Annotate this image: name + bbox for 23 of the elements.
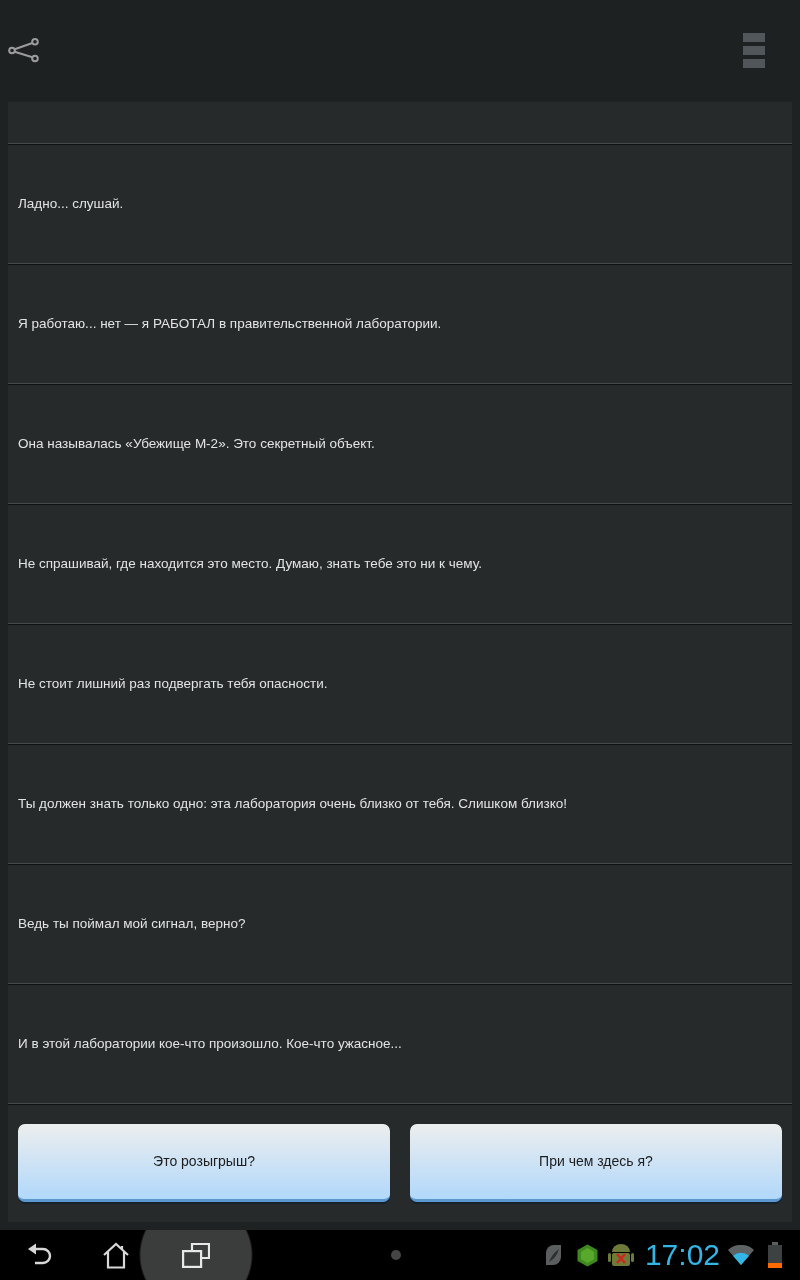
recent-apps-icon	[182, 1242, 210, 1268]
recent-apps-button[interactable]	[139, 1230, 253, 1280]
battery-icon	[768, 1242, 782, 1268]
message-text: Не стоит лишний раз подвергать тебя опасности.	[18, 674, 328, 693]
hexagon-icon	[576, 1243, 598, 1267]
message-text: Она называлась «Убежище М-2». Это секретный объект.	[18, 434, 375, 453]
wifi-icon	[728, 1245, 754, 1265]
share-button[interactable]	[8, 37, 39, 63]
message-text: И в этой лаборатории кое-что произошло. Кое-что ужасное...	[18, 1034, 402, 1053]
dot-icon	[391, 1250, 401, 1260]
message-text: Ведь ты поймал мой сигнал, верно?	[18, 914, 246, 933]
answer-button[interactable]: Это розыгрыш?	[18, 1124, 390, 1202]
message-text: Ты должен знать только одно: эта лаборатория очень близко от тебя. Слишком близко!	[18, 794, 567, 813]
answer-button[interactable]: При чем здесь я?	[410, 1124, 782, 1202]
message-text: Я работаю... нет — я РАБОТАЛ в правительственной лаборатории.	[18, 314, 442, 333]
share-icon	[8, 37, 39, 63]
clock-time: 17:02	[644, 1240, 720, 1270]
message-text: Ладно... слушай.	[18, 194, 124, 213]
leaf-icon	[543, 1244, 562, 1266]
home-icon	[102, 1241, 130, 1269]
message-text: Не спрашивай, где находится это место. Думаю, знать тебе это ни к чему.	[18, 554, 482, 573]
robot-error-icon	[606, 1241, 635, 1269]
menu-icon	[743, 32, 765, 68]
